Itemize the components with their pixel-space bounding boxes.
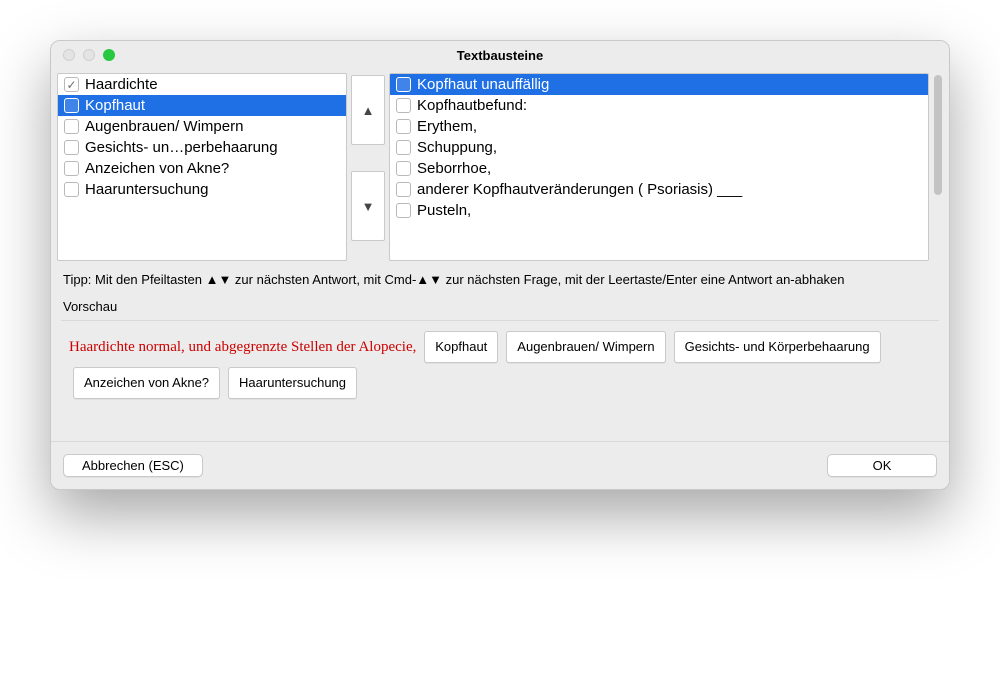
- move-down-button[interactable]: ▼: [351, 171, 385, 241]
- question-label: Anzeichen von Akne?: [85, 161, 229, 176]
- checkbox-icon[interactable]: [64, 119, 79, 134]
- checkbox-icon[interactable]: [64, 140, 79, 155]
- answer-row[interactable]: anderer Kopfhautveränderungen ( Psoriasi…: [390, 179, 928, 200]
- preview-chip[interactable]: Gesichts- und Körperbehaarung: [674, 331, 881, 363]
- checkbox-icon[interactable]: [396, 161, 411, 176]
- preview-chip[interactable]: Augenbrauen/ Wimpern: [506, 331, 665, 363]
- answer-row[interactable]: Seborrhoe,: [390, 158, 928, 179]
- list-area: Haardichte Kopfhaut Augenbrauen/ Wimpern Ge…: [51, 69, 949, 261]
- checkbox-icon[interactable]: [64, 161, 79, 176]
- answer-label: anderer Kopfhautveränderungen ( Psoriasi…: [417, 182, 742, 197]
- preview-chip[interactable]: Anzeichen von Akne?: [73, 367, 220, 399]
- question-row[interactable]: Augenbrauen/ Wimpern: [58, 116, 346, 137]
- checkbox-icon[interactable]: [396, 98, 411, 113]
- answer-label: Seborrhoe,: [417, 161, 491, 176]
- hint-text: Tipp: Mit den Pfeiltasten ▲▼ zur nächste…: [51, 261, 949, 291]
- answers-list[interactable]: Kopfhaut unauffällig Kopfhautbefund: Eryth…: [389, 73, 929, 261]
- question-label: Haardichte: [85, 77, 158, 92]
- answer-row[interactable]: Kopfhautbefund:: [390, 95, 928, 116]
- ok-button[interactable]: OK: [827, 454, 937, 477]
- scrollbar-thumb[interactable]: [934, 75, 942, 195]
- titlebar: Textbausteine: [51, 41, 949, 69]
- answer-row[interactable]: Schuppung,: [390, 137, 928, 158]
- preview-area: Haardichte normal, und abgegrenzte Stell…: [61, 320, 939, 441]
- move-up-button[interactable]: ▲: [351, 75, 385, 145]
- question-row[interactable]: Gesichts- un…perbehaarung: [58, 137, 346, 158]
- cancel-button[interactable]: Abbrechen (ESC): [63, 454, 203, 477]
- checkbox-icon[interactable]: [396, 119, 411, 134]
- preview-composed-text: Haardichte normal, und abgegrenzte Stell…: [69, 339, 416, 355]
- question-label: Kopfhaut: [85, 98, 145, 113]
- checkbox-icon[interactable]: [396, 77, 411, 92]
- question-row[interactable]: Haaruntersuchung: [58, 179, 346, 200]
- answer-row[interactable]: Pusteln,: [390, 200, 928, 221]
- answer-label: Kopfhautbefund:: [417, 98, 527, 113]
- preview-label: Vorschau: [51, 291, 949, 320]
- preview-chip[interactable]: Kopfhaut: [424, 331, 498, 363]
- preview-chip[interactable]: Haaruntersuchung: [228, 367, 357, 399]
- question-label: Augenbrauen/ Wimpern: [85, 119, 243, 134]
- answer-label: Schuppung,: [417, 140, 497, 155]
- question-label: Gesichts- un…perbehaarung: [85, 140, 278, 155]
- question-row[interactable]: Anzeichen von Akne?: [58, 158, 346, 179]
- checkbox-icon[interactable]: [64, 182, 79, 197]
- dialog-footer: Abbrechen (ESC) OK: [51, 441, 949, 489]
- checkbox-icon[interactable]: [396, 140, 411, 155]
- question-label: Haaruntersuchung: [85, 182, 208, 197]
- answer-row[interactable]: Kopfhaut unauffällig: [390, 74, 928, 95]
- answer-label: Erythem,: [417, 119, 477, 134]
- checkbox-icon[interactable]: [396, 203, 411, 218]
- window-title: Textbausteine: [51, 48, 949, 63]
- question-row[interactable]: Haardichte: [58, 74, 346, 95]
- checkbox-icon[interactable]: [396, 182, 411, 197]
- answer-row[interactable]: Erythem,: [390, 116, 928, 137]
- checkbox-icon[interactable]: [64, 77, 79, 92]
- answer-label: Pusteln,: [417, 203, 471, 218]
- answer-label: Kopfhaut unauffällig: [417, 77, 549, 92]
- checkbox-icon[interactable]: [64, 98, 79, 113]
- dialog-window: Textbausteine HaardichteKopfhautAugenbra…: [50, 40, 950, 490]
- reorder-arrows: ▲ ▼: [351, 73, 385, 261]
- questions-list[interactable]: Haardichte Kopfhaut Augenbrauen/ Wimpern Ge…: [57, 73, 347, 261]
- question-row[interactable]: Kopfhaut: [58, 95, 346, 116]
